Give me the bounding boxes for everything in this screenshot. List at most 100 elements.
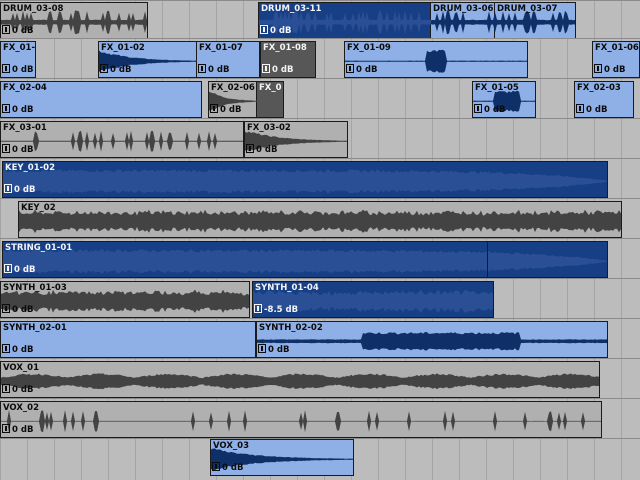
track-lane-synth-02[interactable]: SYNTH_02-01 0 dB SYNTH_02-02 0 dB [0,318,640,358]
clip-gain-value: 0 dB [272,65,294,75]
clip-synth-01-04[interactable]: SYNTH_01-04 -8.5 dB [252,281,494,318]
clip-key-02[interactable]: KEY_02 [18,201,622,238]
clip-gain-icon [258,344,266,353]
clip-drum-03-11[interactable]: DRUM_03-11 0 dB [258,2,432,39]
clip-gain[interactable]: 0 dB [260,25,291,37]
clip-gain-value: 0 dB [484,105,506,115]
clip-gain-icon [2,424,10,433]
clip-gain-value: 0 dB [12,65,34,75]
clip-gain-icon [576,104,584,113]
clip-vox-03[interactable]: VOX_03 0 dB [210,439,354,476]
clip-fx-01[interactable]: FX_01- 0 dB [0,41,36,78]
clip-gain[interactable]: 0 dB [594,64,625,76]
clip-gain[interactable]: 0 dB [2,304,33,316]
clip-fx-01-08[interactable]: FX_01-08 0 dB [260,41,316,78]
clip-gain-icon [2,344,10,353]
waveform-path [3,169,607,194]
clip-name: FX_03-02 [247,123,291,133]
clip-synth-02-01[interactable]: SYNTH_02-01 0 dB [0,321,256,358]
clip-gain-value: 0 dB [12,305,34,315]
clip-gain-value: 0 dB [256,145,278,155]
waveform-graphic [1,373,599,390]
clip-drum-03-06[interactable]: DRUM_03-06 [430,2,496,39]
clip-gain[interactable]: 0 dB [4,184,35,196]
clip-gain[interactable]: -8.5 dB [254,304,298,316]
clip-gain[interactable]: 0 dB [2,144,33,156]
track-lane-vox-02[interactable]: VOX_02 0 dB [0,398,640,438]
clip-fx-03-01[interactable]: FX_03-01 0 dB [0,121,244,158]
clip-gain-value: 0 dB [12,26,34,36]
track-lane-synth-01[interactable]: SYNTH_01-03 0 dB SYNTH_01-04 -8.5 dB [0,278,640,318]
clip-synth-02-02[interactable]: SYNTH_02-02 0 dB [256,321,608,358]
clip-gain-icon [346,64,354,73]
clip-gain[interactable]: 0 dB [474,104,505,116]
clip-vox-02[interactable]: VOX_02 0 dB [0,401,602,438]
clip-gain[interactable]: 0 dB [212,462,243,474]
clip-gain[interactable]: 0 dB [262,64,293,76]
clip-drum-03-08[interactable]: DRUM_03-08 0 dB [0,2,148,39]
clip-gain[interactable]: 0 dB [576,104,607,116]
clip-key-01-02[interactable]: KEY_01-02 0 dB [2,161,608,198]
clip-name: KEY_01-02 [5,163,55,173]
clip-gain-icon [474,104,482,113]
clip-gain-icon [100,64,108,73]
clip-fx-02-03[interactable]: FX_02-03 0 dB [574,81,634,118]
clip-gain-icon [212,462,220,471]
clip-gain[interactable]: 0 dB [198,64,229,76]
clip-name: SYNTH_02-01 [3,323,67,333]
clip-gain[interactable]: 0 dB [258,344,289,356]
clip-gain[interactable]: 0 dB [346,64,377,76]
waveform-graphic [3,169,607,194]
clip-drum-03-07[interactable]: DRUM_03-07 [494,2,576,39]
clip-gain[interactable]: 0 dB [2,64,33,76]
clip-name: FX_02-03 [577,83,621,93]
track-lane-fx-01[interactable]: FX_01- 0 dB FX_01-02 0 dB FX_01-07 0 dB … [0,38,640,78]
clip-name: FX_02-06 [211,83,255,93]
clip-gain[interactable]: 0 dB [246,144,277,156]
track-lane-fx-03[interactable]: FX_03-01 0 dB FX_03-02 0 dB [0,118,640,158]
clip-name: SYNTH_02-02 [259,323,323,333]
clip-name: DRUM_03-07 [497,4,558,14]
clip-gain-value: 0 dB [270,26,292,36]
clip-synth-01-03[interactable]: SYNTH_01-03 0 dB [0,281,250,318]
track-lane-vox-03[interactable]: VOX_03 0 dB [0,438,640,478]
waveform-path [3,249,607,274]
clip-fx-01-07[interactable]: FX_01-07 0 dB [196,41,260,78]
clip-fx-0[interactable]: FX_0 [256,81,284,118]
clip-gain[interactable]: 0 dB [2,104,33,116]
clip-string-01-01[interactable]: STRING_01-01 0 dB [2,241,608,278]
edit-window-timeline[interactable]: DRUM_03-08 0 dB DRUM_03-11 0 dB DRUM_03-… [0,0,640,480]
clip-gain-value: 0 dB [356,65,378,75]
clip-name: FX_01-02 [101,43,145,53]
clip-name: DRUM_03-06 [433,4,494,14]
clip-fx-01-05[interactable]: FX_01-05 0 dB [472,81,536,118]
clip-gain-icon [246,144,254,153]
track-lane-key-01[interactable]: KEY_01-02 0 dB [0,158,640,198]
clip-fx-02-04[interactable]: FX_02-04 0 dB [0,81,202,118]
clip-name: FX_01-07 [199,43,243,53]
clip-gain[interactable]: 0 dB [4,264,35,276]
clip-fade-boundary[interactable] [487,242,488,277]
clip-fx-01-09[interactable]: FX_01-09 0 dB [344,41,528,78]
clip-gain[interactable]: 0 dB [2,424,33,436]
clip-fx-01-02[interactable]: FX_01-02 0 dB [98,41,198,78]
clip-name: VOX_02 [3,403,39,413]
clip-name: FX_0 [259,83,282,93]
clip-fx-03-02[interactable]: FX_03-02 0 dB [244,121,348,158]
clip-gain[interactable]: 0 dB [2,25,33,37]
clip-gain[interactable]: 0 dB [100,64,131,76]
clip-name: FX_01- [3,43,35,53]
clip-name: VOX_01 [3,363,39,373]
track-lane-drum[interactable]: DRUM_03-08 0 dB DRUM_03-11 0 dB DRUM_03-… [0,0,640,40]
clip-fx-01-06[interactable]: FX_01-06 0 dB [592,41,640,78]
track-lane-fx-02[interactable]: FX_02-04 0 dB FX_02-06 0 dB FX_0 FX_01-0… [0,78,640,118]
clip-gain-value: 0 dB [12,145,34,155]
clip-vox-01[interactable]: VOX_01 0 dB [0,361,600,398]
clip-gain[interactable]: 0 dB [2,384,33,396]
clip-gain[interactable]: 0 dB [2,344,33,356]
track-lane-vox-01[interactable]: VOX_01 0 dB [0,358,640,398]
track-lane-string[interactable]: STRING_01-01 0 dB [0,238,640,278]
clip-gain[interactable]: 0 dB [210,104,241,116]
track-lane-key-02[interactable]: KEY_02 [0,198,640,238]
clip-fx-02-06[interactable]: FX_02-06 0 dB [208,81,258,118]
